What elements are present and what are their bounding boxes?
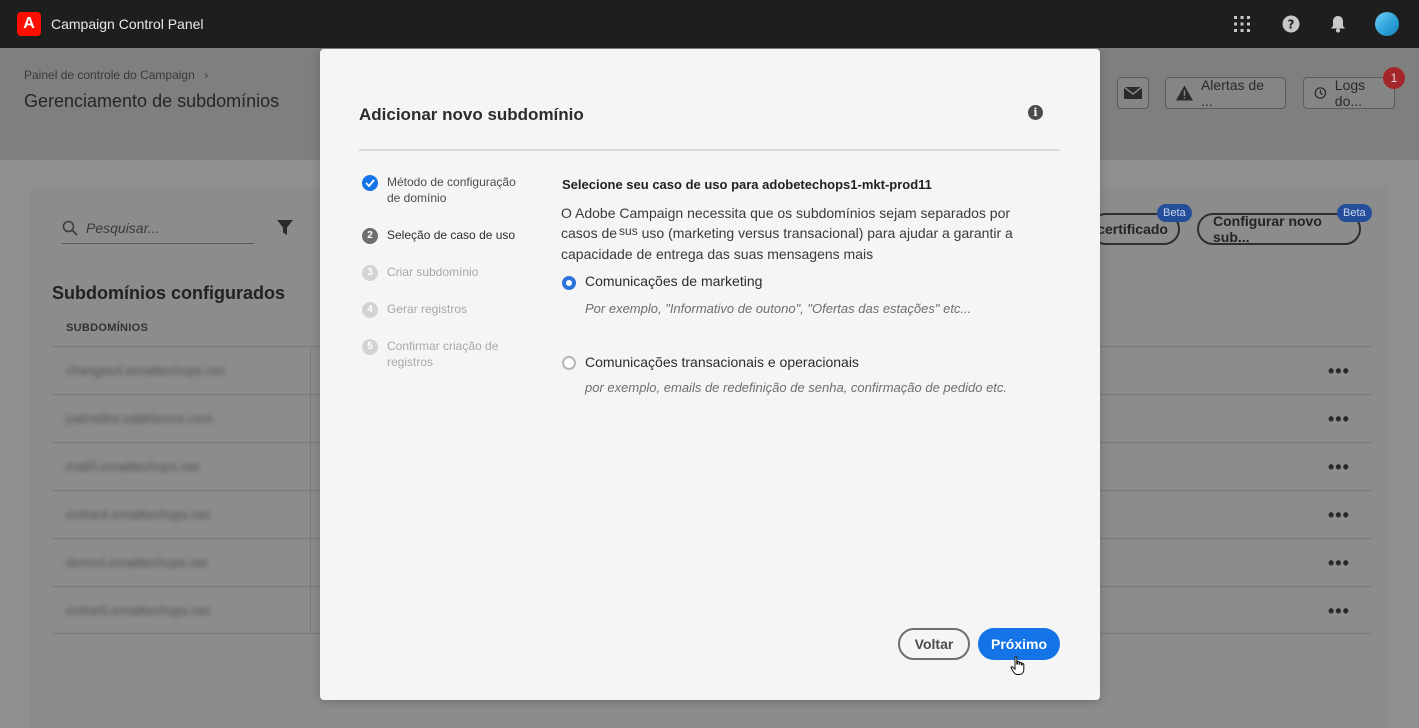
page-title: Gerenciamento de subdomínios <box>24 91 280 111</box>
divider <box>359 149 1060 151</box>
filter-icon[interactable] <box>276 219 294 242</box>
step-use-case: 2 Seleção de caso de uso <box>362 227 527 244</box>
breadcrumb[interactable]: Painel de controle do Campaign › <box>24 68 208 82</box>
notification-badge: 1 <box>1383 67 1405 89</box>
apps-grid-icon[interactable] <box>1230 12 1254 36</box>
chevron-right-icon: › <box>204 68 209 82</box>
alerts-button[interactable]: Alertas de ... <box>1165 77 1286 109</box>
use-case-title: Selecione seu caso de uso para adobetech… <box>562 177 932 192</box>
add-subdomain-dialog: Adicionar novo subdomínio i Método de co… <box>320 49 1100 700</box>
user-avatar[interactable] <box>1375 12 1399 36</box>
step-create-subdomain: 3 Criar subdomínio <box>362 264 527 281</box>
subdomain-name: mail5.emailtechops.net <box>66 459 199 474</box>
step-label: Criar subdomínio <box>387 265 479 279</box>
more-actions-icon[interactable]: ••• <box>1328 601 1350 622</box>
radio-marketing[interactable] <box>562 276 576 290</box>
bell-icon[interactable] <box>1326 12 1350 36</box>
alerts-label: Alertas de ... <box>1200 77 1264 109</box>
column-divider <box>310 346 311 634</box>
option-hint-marketing: Por exemplo, "Informativo de outono", "O… <box>585 301 972 316</box>
envelope-icon <box>1123 86 1143 99</box>
step-label: Confirmar criação de registros <box>387 339 499 369</box>
description-fragment: sus <box>619 224 638 238</box>
step-domain-method: Método de configuração de domínio <box>362 174 527 206</box>
step-number: 3 <box>362 265 378 281</box>
dialog-title: Adicionar novo subdomínio <box>359 105 584 124</box>
more-actions-icon[interactable]: ••• <box>1328 409 1350 430</box>
search-input[interactable]: Pesquisar... <box>86 220 159 236</box>
search-field[interactable]: Pesquisar... <box>62 212 254 244</box>
subdomain-name: changes4.emailtechops.net <box>66 363 225 378</box>
step-label: Gerar registros <box>387 302 468 316</box>
more-actions-icon[interactable]: ••• <box>1328 505 1350 526</box>
help-icon[interactable]: ? <box>1279 12 1303 36</box>
configure-button-label: Configurar novo sub... <box>1213 213 1322 245</box>
subdomain-name: demo4.emailtechops.net <box>66 555 208 570</box>
more-actions-icon[interactable]: ••• <box>1328 361 1350 382</box>
section-title: Subdomínios configurados <box>52 283 285 303</box>
step-number: 2 <box>362 228 378 244</box>
breadcrumb-link[interactable]: Painel de controle do Campaign <box>24 68 195 82</box>
configure-subdomain-button[interactable]: Configurar novo sub... <box>1197 213 1361 245</box>
column-header-subdomains[interactable]: SUBDOMÍNIOS <box>66 322 148 334</box>
more-actions-icon[interactable]: ••• <box>1328 553 1350 574</box>
step-confirm-records: 5 Confirmar criação de registros <box>362 338 507 370</box>
hand-cursor-icon <box>1010 656 1025 675</box>
radio-transactional[interactable] <box>562 356 576 370</box>
more-actions-icon[interactable]: ••• <box>1328 457 1350 478</box>
certificate-button-label: certificado <box>1097 221 1168 237</box>
option-label-marketing[interactable]: Comunicações de marketing <box>585 273 762 289</box>
step-number: 4 <box>362 302 378 318</box>
adobe-logo[interactable]: A <box>17 12 41 36</box>
email-button[interactable] <box>1117 77 1149 109</box>
subdomain-name: online5.emailtechops.net <box>66 603 210 618</box>
subdomain-name: online4.emailtechops.net <box>66 507 210 522</box>
warning-icon <box>1176 85 1193 101</box>
option-label-transactional[interactable]: Comunicações transacionais e operacionai… <box>585 354 859 370</box>
step-number: 5 <box>362 339 378 355</box>
info-icon[interactable]: i <box>1028 105 1043 120</box>
checkmark-icon <box>362 175 378 191</box>
history-icon <box>1314 87 1327 99</box>
step-label: Método de configuração de domínio <box>387 175 516 205</box>
step-label: Seleção de caso de uso <box>387 228 516 242</box>
logs-button[interactable]: Logs do... <box>1303 77 1395 109</box>
svg-text:?: ? <box>1288 18 1295 32</box>
logs-label: Logs do... <box>1334 77 1366 109</box>
back-button[interactable]: Voltar <box>898 628 970 660</box>
app-title[interactable]: Campaign Control Panel <box>51 16 204 32</box>
beta-badge: Beta <box>1157 204 1192 222</box>
use-case-description: O Adobe Campaign necessita que os subdom… <box>561 203 1031 264</box>
option-hint-transactional: por exemplo, emails de redefinição de se… <box>585 380 1008 395</box>
subdomain-name: patmidtst.sabtrbxxxx.com <box>66 411 213 426</box>
beta-badge: Beta <box>1337 204 1372 222</box>
top-bar: A Campaign Control Panel ? <box>0 0 1419 48</box>
search-icon <box>62 220 78 236</box>
step-generate-records: 4 Gerar registros <box>362 301 527 318</box>
